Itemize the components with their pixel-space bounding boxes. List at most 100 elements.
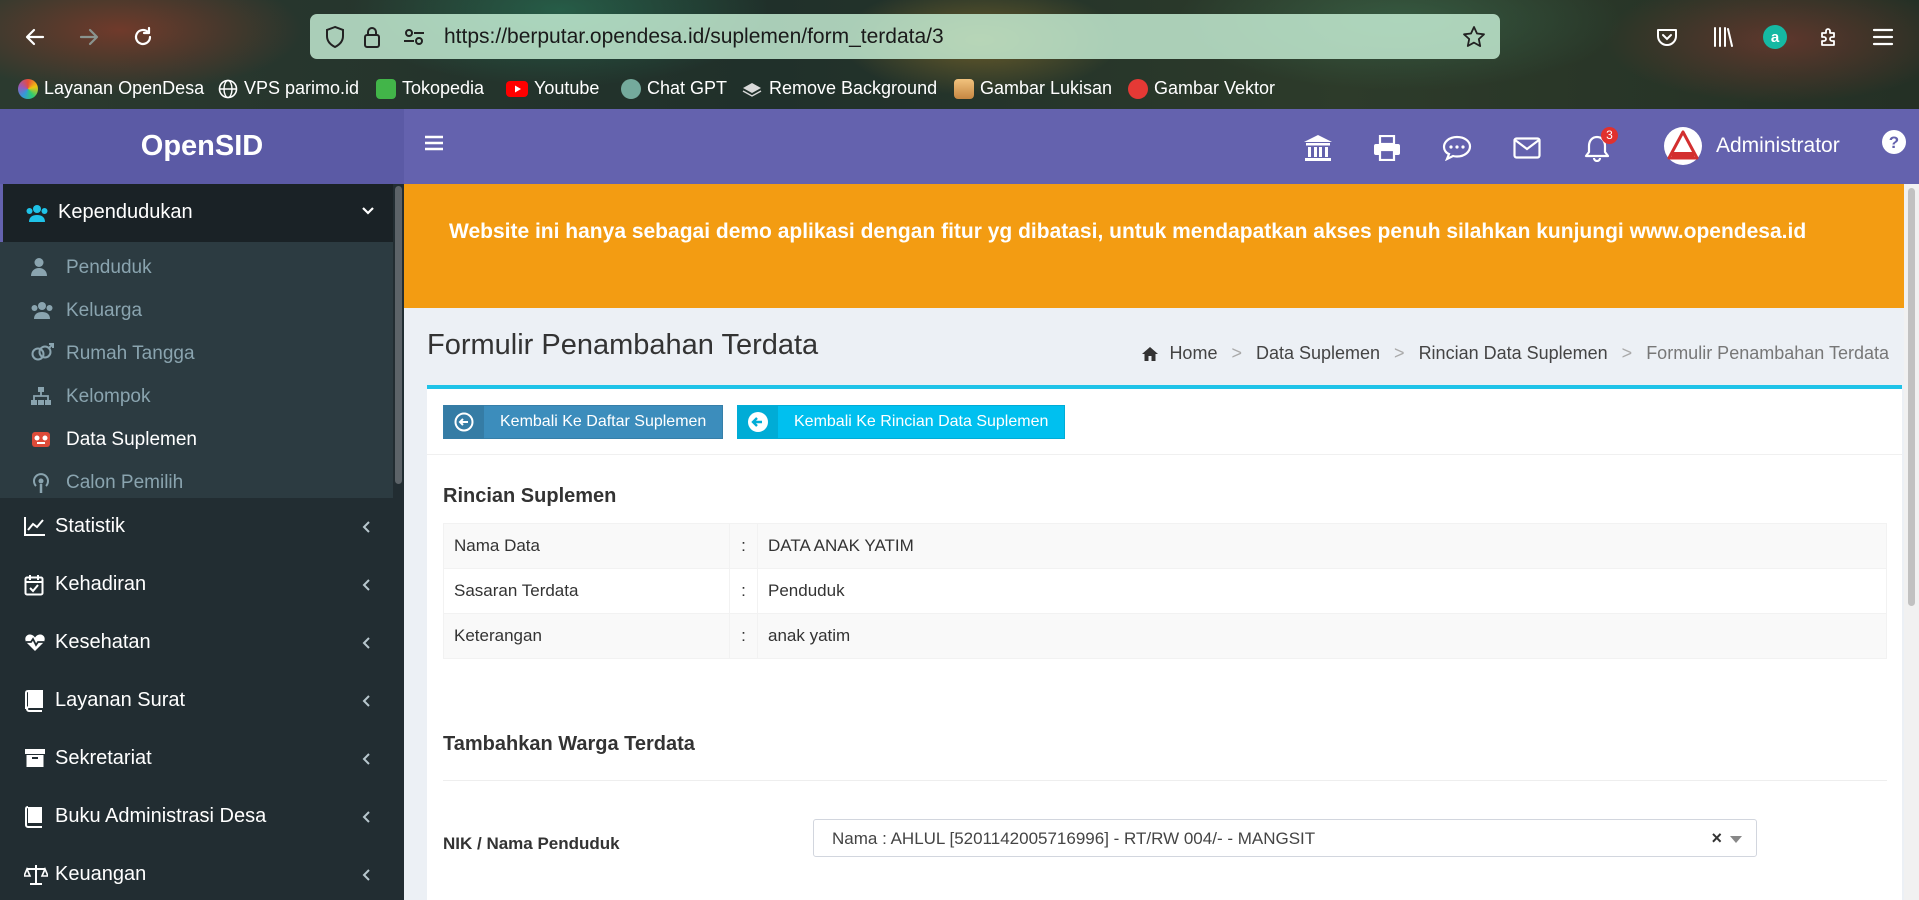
sidebar-item-layanan-surat[interactable]: Layanan Surat (0, 672, 393, 730)
sidebar-item-statistik[interactable]: Statistik (0, 498, 393, 556)
opendesa-favicon-icon (18, 78, 38, 99)
bookmark-vps-parimo[interactable]: VPS parimo.id (218, 78, 359, 99)
balance-scale-icon (24, 864, 48, 886)
address-bar[interactable]: https://berputar.opendesa.id/suplemen/fo… (310, 14, 1500, 59)
sidebar-item-sekretariat[interactable]: Sekretariat (0, 730, 393, 788)
sidebar-item-penduduk[interactable]: Penduduk (0, 246, 393, 289)
sidebar-item-label: Kehadiran (55, 573, 147, 595)
page-title: Formulir Penambahan Terdata (427, 329, 819, 361)
back-to-list-button[interactable]: Kembali Ke Daftar Suplemen (443, 405, 724, 439)
chevron-left-icon (362, 520, 371, 534)
institution-icon[interactable] (1301, 133, 1335, 163)
sitemap-icon (30, 386, 52, 406)
breadcrumb-rincian[interactable]: Rincian Data Suplemen (1419, 343, 1608, 364)
calendar-check-icon (24, 574, 44, 596)
users-icon (25, 203, 49, 223)
comments-icon[interactable] (1440, 133, 1474, 163)
breadcrumb-home[interactable]: Home (1169, 343, 1217, 364)
sidebar-item-label: Data Suplemen (66, 429, 197, 450)
bookmark-youtube[interactable]: Youtube (506, 78, 599, 99)
sidebar-toggle-icon[interactable] (424, 134, 444, 152)
breadcrumb: Home > Data Suplemen > Rincian Data Supl… (1141, 343, 1889, 364)
clear-selection-icon[interactable]: × (1711, 828, 1722, 849)
bookmark-remove-background[interactable]: Remove Background (741, 78, 937, 99)
sidebar-item-kependudukan[interactable]: Kependudukan (0, 184, 393, 242)
envelope-icon[interactable] (1510, 133, 1544, 163)
chevron-down-icon[interactable] (1730, 836, 1742, 843)
sidebar-item-keluarga[interactable]: Keluarga (0, 289, 393, 332)
venus-mars-icon (30, 343, 54, 363)
svg-text:?: ? (1889, 133, 1899, 152)
sidebar-item-kesehatan[interactable]: Kesehatan (0, 614, 393, 672)
sidebar-item-rumah-tangga[interactable]: Rumah Tangga (0, 332, 393, 375)
bookmark-label: VPS parimo.id (244, 78, 360, 98)
back-to-detail-button[interactable]: Kembali Ke Rincian Data Suplemen (737, 405, 1066, 439)
bookmark-gambar-vektor[interactable]: Gambar Vektor (1128, 78, 1275, 99)
sidebar-item-data-suplemen[interactable]: Data Suplemen (0, 418, 393, 461)
suplemen-icon (30, 429, 52, 449)
bookmark-chat-gpt[interactable]: Chat GPT (621, 78, 727, 99)
help-icon[interactable]: ? (1881, 129, 1907, 155)
reload-icon[interactable] (126, 20, 160, 54)
book-icon (24, 806, 44, 828)
sidebar-item-label: Keuangan (55, 863, 147, 885)
lock-icon[interactable] (362, 25, 382, 49)
button-label: Kembali Ke Daftar Suplemen (500, 413, 707, 430)
divider (443, 780, 1887, 781)
sidebar-item-kelompok[interactable]: Kelompok (0, 375, 393, 418)
youtube-icon (506, 80, 528, 97)
bookmark-tokopedia[interactable]: Tokopedia (376, 78, 484, 99)
submenu-kependudukan: Penduduk Keluarga Rumah Tangga Kelompok … (0, 242, 393, 498)
chatgpt-icon (621, 78, 641, 99)
shield-icon[interactable] (324, 25, 346, 49)
sidebar-item-kehadiran[interactable]: Kehadiran (0, 556, 393, 614)
breadcrumb-data-suplemen[interactable]: Data Suplemen (1256, 343, 1380, 364)
user-menu[interactable]: Administrator (1664, 127, 1840, 165)
url-text[interactable]: https://berputar.opendesa.id/suplemen/fo… (444, 25, 944, 49)
library-icon[interactable] (1706, 20, 1740, 54)
sidebar-item-label: Rumah Tangga (66, 343, 195, 364)
painting-icon (954, 78, 974, 99)
rincian-table: Nama Data : DATA ANAK YATIM Sasaran Terd… (443, 523, 1887, 659)
sidebar-item-label: Keluarga (66, 300, 143, 321)
sidebar-item-keuangan[interactable]: Keuangan (0, 846, 393, 900)
menu-icon[interactable] (1866, 20, 1900, 54)
demo-alert: Website ini hanya sebagai demo aplikasi … (404, 184, 1904, 308)
main-content: Website ini hanya sebagai demo aplikasi … (404, 184, 1919, 900)
sidebar-item-label: Kelompok (66, 386, 151, 407)
pocket-icon[interactable] (1650, 20, 1684, 54)
app-logo[interactable]: OpenSID (0, 109, 404, 184)
breadcrumb-separator: > (1621, 343, 1633, 363)
bookmark-label: Gambar Vektor (1154, 78, 1276, 98)
nik-select[interactable]: Nama : AHLUL [5201142005716996] - RT/RW … (813, 819, 1757, 857)
page-scrollbar-thumb[interactable] (1908, 188, 1915, 606)
back-icon[interactable] (18, 20, 52, 54)
sidebar-scrollbar-thumb[interactable] (395, 186, 402, 484)
forward-icon[interactable] (72, 20, 106, 54)
bookmark-layanan-opendesa[interactable]: Layanan OpenDesa (18, 78, 204, 99)
sidebar-item-label: Calon Pemilih (66, 472, 184, 493)
row-value: Penduduk (757, 568, 1887, 614)
star-icon[interactable] (1462, 25, 1486, 49)
svg-text:a: a (1771, 29, 1780, 46)
bell-icon[interactable]: 3 (1580, 127, 1618, 163)
table-row: Nama Data : DATA ANAK YATIM (443, 523, 1887, 569)
table-row: Keterangan : anak yatim (443, 613, 1887, 659)
top-navbar: 3 Administrator ? (404, 109, 1919, 184)
site-settings-icon[interactable] (402, 25, 426, 49)
extensions-puzzle-icon[interactable] (1812, 20, 1846, 54)
home-icon (1141, 346, 1159, 362)
rincian-title: Rincian Suplemen (443, 485, 617, 507)
print-icon[interactable] (1370, 133, 1404, 163)
user-name: Administrator (1716, 134, 1840, 157)
page-scrollbar[interactable] (1904, 184, 1919, 900)
extension-a-icon[interactable]: a (1758, 20, 1792, 54)
chevron-left-icon (362, 868, 371, 882)
bookmark-label: Youtube (534, 78, 600, 98)
sidebar-scrollbar[interactable] (393, 184, 404, 900)
sidebar-item-buku-administrasi-desa[interactable]: Buku Administrasi Desa (0, 788, 393, 846)
heartbeat-icon (24, 632, 46, 652)
bookmark-gambar-lukisan[interactable]: Gambar Lukisan (954, 78, 1112, 99)
podcast-icon (30, 472, 52, 494)
form-box: Kembali Ke Daftar Suplemen Kembali Ke Ri… (427, 385, 1902, 900)
